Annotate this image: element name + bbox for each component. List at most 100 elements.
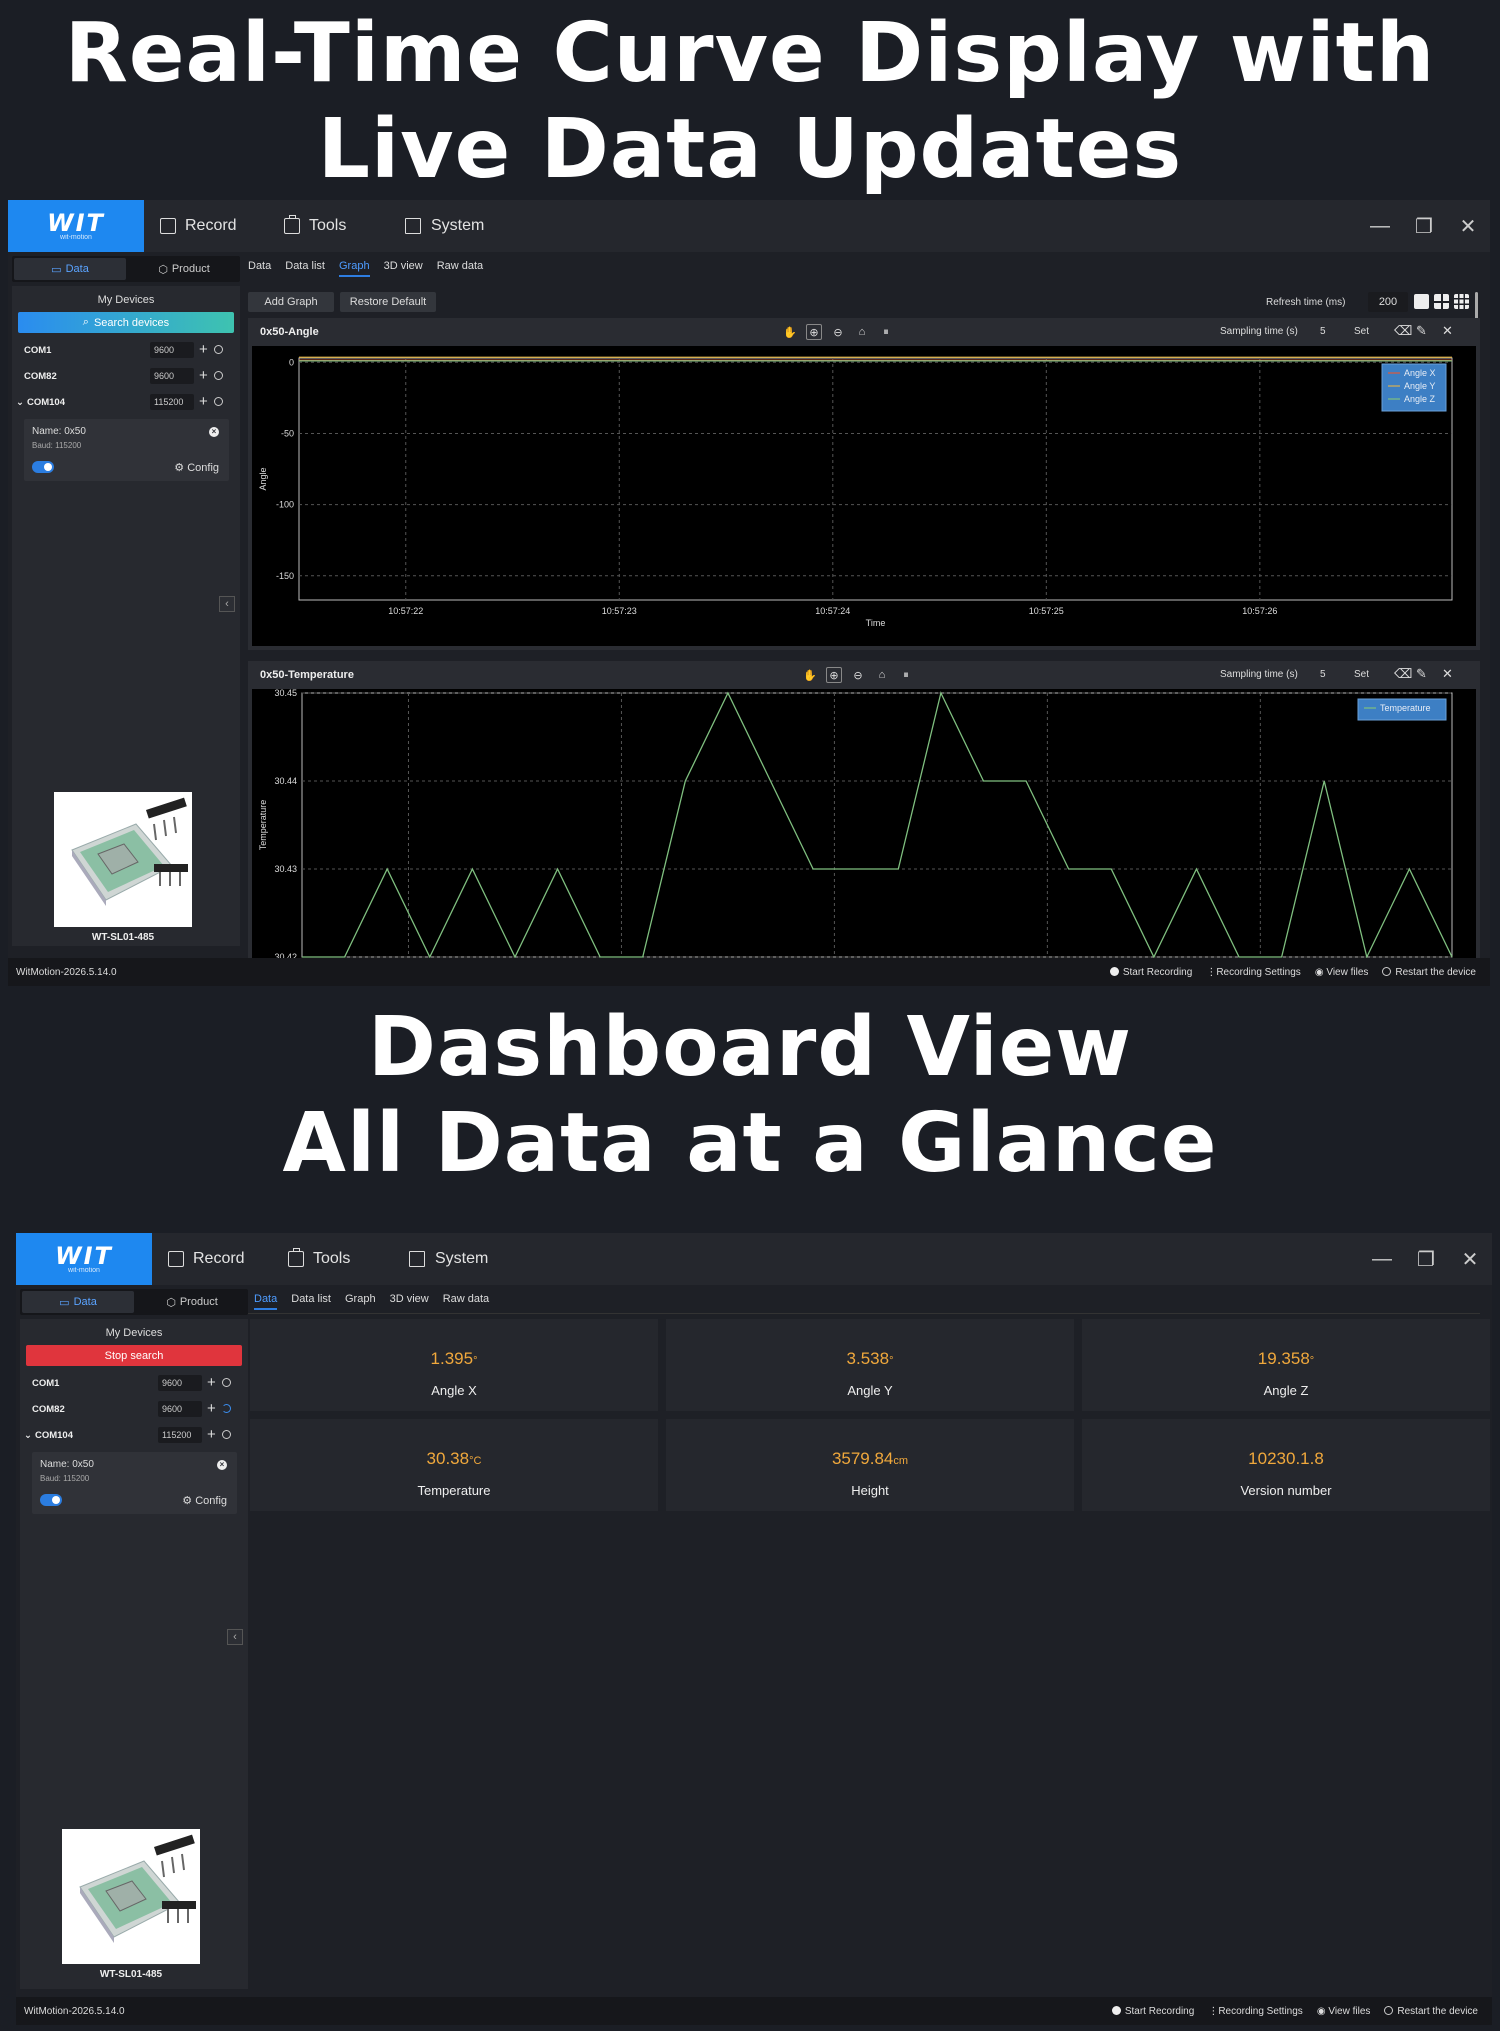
close-icon[interactable]: × bbox=[209, 427, 219, 437]
port-row[interactable]: ⌄ COM104 115200 + bbox=[20, 1422, 248, 1448]
baud-select[interactable]: 9600 bbox=[158, 1401, 202, 1417]
search-icon[interactable] bbox=[214, 371, 223, 380]
port-row[interactable]: ⌄ COM104 115200 + bbox=[12, 389, 240, 415]
set-button[interactable]: Set bbox=[1354, 326, 1369, 337]
config-button[interactable]: ⚙ Config bbox=[182, 1494, 227, 1507]
search-icon[interactable] bbox=[222, 1430, 231, 1439]
tab-raw-data[interactable]: Raw data bbox=[443, 1293, 489, 1305]
pan-hand-icon[interactable]: ✋ bbox=[782, 324, 798, 340]
baud-select[interactable]: 9600 bbox=[150, 368, 194, 384]
tab-data[interactable]: Data bbox=[248, 260, 271, 272]
zoom-out-icon[interactable]: ⊖ bbox=[830, 324, 846, 340]
tab-3d-view[interactable]: 3D view bbox=[390, 1293, 429, 1305]
port-row[interactable]: COM82 9600 + bbox=[20, 1396, 248, 1422]
tab-graph[interactable]: Graph bbox=[345, 1293, 376, 1305]
plus-icon[interactable]: + bbox=[199, 341, 208, 358]
panel-tab-data[interactable]: ▭ Data bbox=[14, 258, 126, 280]
baud-select[interactable]: 9600 bbox=[158, 1375, 202, 1391]
layout-quad-icon[interactable] bbox=[1434, 294, 1449, 309]
search-devices-button[interactable]: ⌕ Search devices bbox=[18, 312, 234, 333]
start-recording-button[interactable]: Start Recording bbox=[1109, 966, 1192, 978]
minimize-button[interactable]: — bbox=[1360, 1248, 1404, 1271]
menu-system[interactable]: System bbox=[404, 200, 484, 252]
plus-icon[interactable]: + bbox=[207, 1426, 216, 1443]
plus-icon[interactable]: + bbox=[199, 367, 208, 384]
plus-icon[interactable]: + bbox=[199, 393, 208, 410]
plus-icon[interactable]: + bbox=[207, 1400, 216, 1417]
panel-tab-data[interactable]: ▭ Data bbox=[22, 1291, 134, 1313]
close-icon[interactable]: ✕ bbox=[1442, 666, 1453, 682]
restore-button[interactable]: ❐ bbox=[1402, 214, 1446, 239]
edit-icon[interactable]: ✎ bbox=[1416, 323, 1427, 339]
device-toggle[interactable] bbox=[32, 461, 54, 473]
device-baud: Baud: 115200 bbox=[32, 441, 82, 450]
menu-tools[interactable]: Tools bbox=[288, 1233, 350, 1285]
tab-3d-view[interactable]: 3D view bbox=[384, 260, 423, 272]
menu-record[interactable]: Record bbox=[168, 1233, 245, 1285]
device-card[interactable]: Name: 0x50 Baud: 115200 × ⚙ Config bbox=[24, 419, 229, 481]
edit-icon[interactable]: ✎ bbox=[1416, 666, 1427, 682]
restart-device-button[interactable]: Restart the device bbox=[1384, 2005, 1478, 2017]
plus-icon[interactable]: + bbox=[207, 1374, 216, 1391]
view-files-button[interactable]: ◉ View files bbox=[1317, 2006, 1371, 2017]
config-button[interactable]: ⚙ Config bbox=[174, 461, 219, 474]
layout-grid-icon[interactable] bbox=[1454, 294, 1469, 309]
search-icon[interactable] bbox=[222, 1378, 231, 1387]
port-row[interactable]: COM82 9600 + bbox=[12, 363, 240, 389]
collapse-panel-button[interactable]: ‹ bbox=[227, 1629, 243, 1645]
sampling-time-value[interactable]: 5 bbox=[1320, 669, 1326, 680]
chevron-down-icon[interactable]: ⌄ bbox=[24, 1430, 32, 1441]
close-button[interactable]: ✕ bbox=[1446, 214, 1490, 239]
menu-tools[interactable]: Tools bbox=[284, 200, 346, 252]
search-icon[interactable] bbox=[214, 397, 223, 406]
set-button[interactable]: Set bbox=[1354, 669, 1369, 680]
collapse-panel-button[interactable]: ‹ bbox=[219, 596, 235, 612]
recording-settings-button[interactable]: ⋮Recording Settings bbox=[1208, 2006, 1303, 2017]
zoom-in-icon[interactable]: ⊕ bbox=[806, 324, 822, 340]
device-toggle[interactable] bbox=[40, 1494, 62, 1506]
clear-broom-icon[interactable]: ⌫ bbox=[1394, 666, 1412, 682]
tab-data[interactable]: Data bbox=[254, 1293, 278, 1310]
home-icon[interactable]: ⌂ bbox=[874, 667, 890, 683]
device-card[interactable]: Name: 0x50 Baud: 115200 × ⚙ Config bbox=[32, 1452, 237, 1514]
tab-data-list[interactable]: Data list bbox=[285, 260, 325, 272]
close-icon[interactable]: ✕ bbox=[1442, 323, 1453, 339]
start-recording-button[interactable]: Start Recording bbox=[1111, 2005, 1194, 2017]
zoom-in-icon[interactable]: ⊕ bbox=[826, 667, 842, 683]
add-graph-button[interactable]: Add Graph bbox=[248, 292, 334, 312]
pause-icon[interactable]: ⏸ bbox=[878, 324, 894, 340]
chevron-down-icon[interactable]: ⌄ bbox=[16, 397, 24, 408]
menu-record[interactable]: Record bbox=[160, 200, 237, 252]
home-icon[interactable]: ⌂ bbox=[854, 324, 870, 340]
sampling-time-value[interactable]: 5 bbox=[1320, 326, 1326, 337]
refresh-time-input[interactable]: 200 bbox=[1368, 292, 1408, 312]
panel-tab-product[interactable]: ⬡ Product bbox=[136, 1289, 248, 1315]
stop-search-button[interactable]: Stop search bbox=[26, 1345, 242, 1366]
tab-raw-data[interactable]: Raw data bbox=[437, 260, 483, 272]
close-icon[interactable]: × bbox=[217, 1460, 227, 1470]
port-row[interactable]: COM1 9600 + bbox=[12, 337, 240, 363]
clear-broom-icon[interactable]: ⌫ bbox=[1394, 323, 1412, 339]
zoom-out-icon[interactable]: ⊖ bbox=[850, 667, 866, 683]
tab-data-list[interactable]: Data list bbox=[291, 1293, 331, 1305]
pan-hand-icon[interactable]: ✋ bbox=[802, 667, 818, 683]
baud-select[interactable]: 115200 bbox=[158, 1427, 202, 1443]
pause-icon[interactable]: ⏸ bbox=[898, 667, 914, 683]
search-icon[interactable] bbox=[214, 345, 223, 354]
status-bar: WitMotion-2026.5.14.0 Start Recording ⋮R… bbox=[8, 958, 1490, 986]
minimize-button[interactable]: — bbox=[1358, 215, 1402, 238]
recording-settings-button[interactable]: ⋮Recording Settings bbox=[1206, 967, 1301, 978]
restart-device-button[interactable]: Restart the device bbox=[1382, 966, 1476, 978]
panel-tabs: ▭ Data ⬡ Product bbox=[12, 256, 240, 282]
layout-single-icon[interactable] bbox=[1414, 294, 1429, 309]
port-row[interactable]: COM1 9600 + bbox=[20, 1370, 248, 1396]
close-button[interactable]: ✕ bbox=[1448, 1247, 1492, 1272]
tab-graph[interactable]: Graph bbox=[339, 260, 370, 277]
panel-tab-product[interactable]: ⬡ Product bbox=[128, 256, 240, 282]
view-files-button[interactable]: ◉ View files bbox=[1315, 967, 1369, 978]
restore-button[interactable]: ❐ bbox=[1404, 1247, 1448, 1272]
menu-system[interactable]: System bbox=[408, 1233, 488, 1285]
baud-select[interactable]: 115200 bbox=[150, 394, 194, 410]
baud-select[interactable]: 9600 bbox=[150, 342, 194, 358]
restore-default-button[interactable]: Restore Default bbox=[340, 292, 436, 312]
